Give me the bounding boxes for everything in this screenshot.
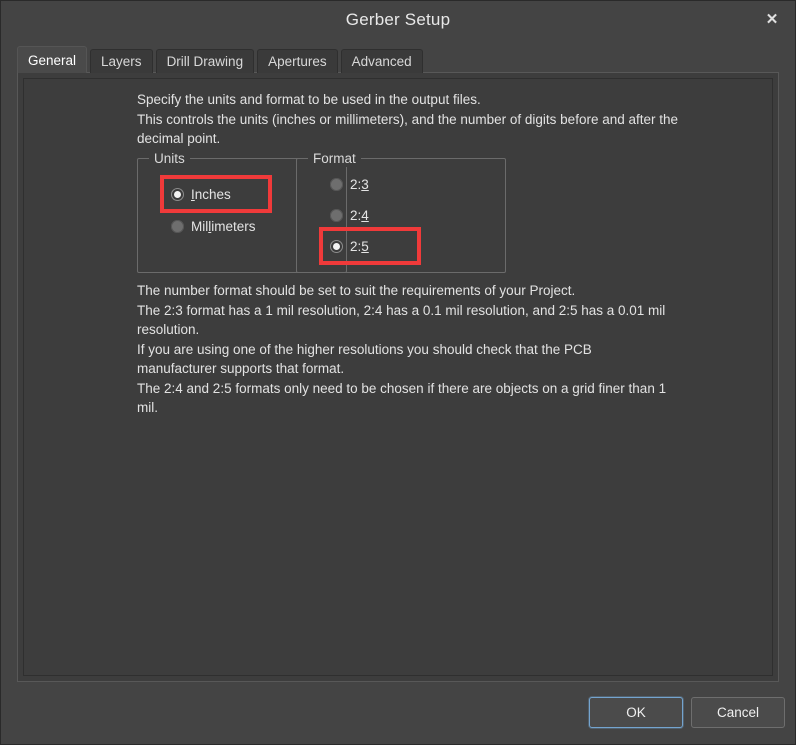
radio-button-icon [330,208,343,222]
cancel-button[interactable]: Cancel [691,697,785,728]
radio-label: Millimeters [191,218,256,234]
gerber-setup-dialog: Gerber Setup ✕ General Layers Drill Drawin… [0,0,796,745]
page-title: Gerber Setup [345,10,451,29]
format-group: Format 2:3 2:4 2:5 [296,150,506,273]
radio-millimeters[interactable]: Millimeters [171,216,256,236]
tab-advanced[interactable]: Advanced [340,49,423,73]
radio-button-icon [330,177,343,191]
ok-button[interactable]: OK [589,697,683,728]
format-group-legend: Format [308,150,361,167]
radio-label: 2:5 [350,238,369,254]
tab-page-inner: Specify the units and format to be used … [23,78,773,676]
radio-button-icon [330,239,343,253]
radio-inches[interactable]: Inches [171,184,231,204]
intro-description: Specify the units and format to be used … [137,92,679,146]
tab-page-general: Specify the units and format to be used … [17,72,779,682]
radio-2-5[interactable]: 2:5 [330,236,369,256]
radio-2-3[interactable]: 2:3 [330,174,369,194]
radio-label: 2:4 [350,207,369,223]
radio-2-4[interactable]: 2:4 [330,205,369,225]
radio-label: 2:3 [350,176,369,192]
radio-button-icon [171,219,184,233]
tab-label: General [28,53,77,68]
tab-layers[interactable]: Layers [90,49,153,73]
tab-label: Advanced [351,54,412,69]
tabstrip: General Layers Drill Drawing Apertures Advan… [17,46,426,73]
tab-label: Drill Drawing [166,54,244,69]
units-group-legend: Units [149,150,190,167]
tab-apertures[interactable]: Apertures [257,49,338,73]
dialog-footer: OK Cancel [1,682,795,744]
radio-label: Inches [191,186,231,202]
tab-label: Apertures [268,54,327,69]
tab-general[interactable]: General [17,46,88,73]
tab-drill-drawing[interactable]: Drill Drawing [155,49,255,73]
tab-label: Layers [101,54,142,69]
close-icon[interactable]: ✕ [749,1,795,37]
radio-button-icon [171,187,184,201]
titlebar: Gerber Setup ✕ [1,1,795,39]
format-detail-description: The number format should be set to suit … [137,283,667,415]
